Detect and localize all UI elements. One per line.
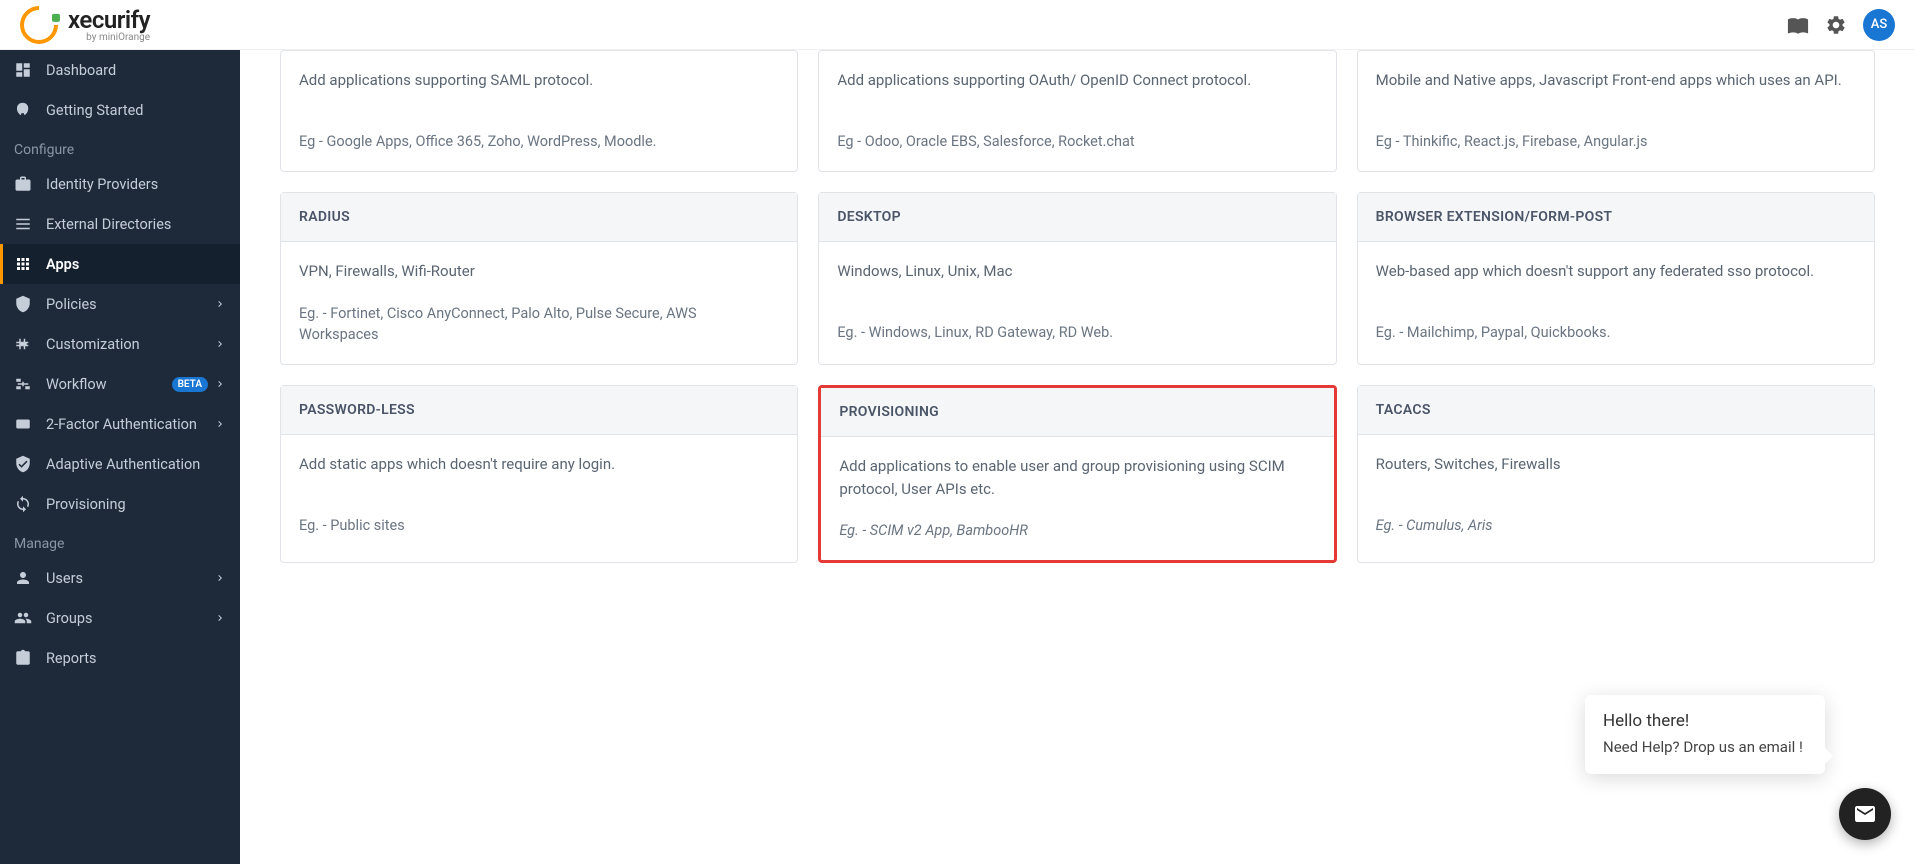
chat-message: Need Help? Drop us an email ! xyxy=(1603,737,1807,758)
dashboard-icon xyxy=(14,61,32,79)
app-card-provisioning[interactable]: PROVISIONING Add applications to enable … xyxy=(818,385,1336,563)
card-title: DESKTOP xyxy=(819,193,1335,242)
user-icon xyxy=(14,569,32,587)
users-icon xyxy=(14,609,32,627)
app-card-radius[interactable]: RADIUS VPN, Firewalls, Wifi-Router Eg. -… xyxy=(280,192,798,365)
card-title: RADIUS xyxy=(281,193,797,242)
chevron-right-icon xyxy=(214,572,226,584)
list-icon xyxy=(14,215,32,233)
logo-main-text: xecurify xyxy=(68,6,150,34)
header-actions: AS xyxy=(1787,9,1895,41)
app-card-tacacs[interactable]: TACACS Routers, Switches, Firewalls Eg. … xyxy=(1357,385,1875,563)
flow-icon xyxy=(14,375,32,393)
app-card-saml[interactable]: Add applications supporting SAML protoco… xyxy=(280,50,798,172)
sidebar-item-label: Policies xyxy=(46,296,214,313)
card-example: Eg. - Public sites xyxy=(299,515,779,537)
sidebar-item-label: Users xyxy=(46,570,214,587)
sidebar-item-label: Apps xyxy=(46,256,226,273)
gear-icon[interactable] xyxy=(1825,14,1847,36)
sidebar-item-label: Identity Providers xyxy=(46,176,226,193)
card-example: Eg - Google Apps, Office 365, Zoho, Word… xyxy=(299,131,779,153)
rocket-icon xyxy=(14,101,32,119)
app-card-browser-ext[interactable]: BROWSER EXTENSION/FORM-POST Web-based ap… xyxy=(1357,192,1875,365)
chevron-right-icon xyxy=(214,338,226,350)
email-icon xyxy=(1853,802,1877,826)
card-title: PASSWORD-LESS xyxy=(281,386,797,435)
card-desc: Add applications supporting SAML protoco… xyxy=(299,69,779,92)
sidebar-section-configure: Configure xyxy=(0,130,240,164)
sidebar-item-label: Dashboard xyxy=(46,62,226,79)
card-desc: Add applications to enable user and grou… xyxy=(839,455,1315,500)
card-desc: Windows, Linux, Unix, Mac xyxy=(837,260,1317,283)
card-example: Eg. - Fortinet, Cisco AnyConnect, Palo A… xyxy=(299,303,779,347)
pin-icon xyxy=(14,415,32,433)
sidebar-item-label: External Directories xyxy=(46,216,226,233)
sidebar-item-2fa[interactable]: 2-Factor Authentication xyxy=(0,404,240,444)
puzzle-icon xyxy=(14,335,32,353)
card-desc: VPN, Firewalls, Wifi-Router xyxy=(299,260,779,283)
card-example: Eg. - Windows, Linux, RD Gateway, RD Web… xyxy=(837,322,1317,344)
chat-fab-button[interactable] xyxy=(1839,788,1891,840)
briefcase-icon xyxy=(14,175,32,193)
sidebar-item-identity-providers[interactable]: Identity Providers xyxy=(0,164,240,204)
sidebar-item-label: Adaptive Authentication xyxy=(46,456,226,473)
sidebar: Dashboard Getting Started Configure Iden… xyxy=(0,50,240,864)
card-example: Eg. - SCIM v2 App, BambooHR xyxy=(839,520,1315,542)
top-header: xecurify by miniOrange AS xyxy=(0,0,1915,50)
sidebar-item-getting-started[interactable]: Getting Started xyxy=(0,90,240,130)
sidebar-item-label: Provisioning xyxy=(46,496,226,513)
sidebar-item-reports[interactable]: Reports xyxy=(0,638,240,678)
sidebar-item-apps[interactable]: Apps xyxy=(0,244,240,284)
logo-sub-text: by miniOrange xyxy=(68,32,150,43)
beta-badge: BETA xyxy=(172,377,208,392)
sidebar-item-label: Customization xyxy=(46,336,214,353)
card-title: TACACS xyxy=(1358,386,1874,435)
grid-icon xyxy=(14,255,32,273)
chat-title: Hello there! xyxy=(1603,711,1807,731)
sidebar-item-label: 2-Factor Authentication xyxy=(46,416,214,433)
book-icon[interactable] xyxy=(1787,14,1809,36)
sidebar-item-adaptive-auth[interactable]: Adaptive Authentication xyxy=(0,444,240,484)
logo-area[interactable]: xecurify by miniOrange xyxy=(20,6,150,44)
card-desc: Routers, Switches, Firewalls xyxy=(1376,453,1856,476)
sidebar-section-manage: Manage xyxy=(0,524,240,558)
sidebar-item-label: Groups xyxy=(46,610,214,627)
app-card-passwordless[interactable]: PASSWORD-LESS Add static apps which does… xyxy=(280,385,798,563)
sidebar-item-external-directories[interactable]: External Directories xyxy=(0,204,240,244)
sidebar-item-customization[interactable]: Customization xyxy=(0,324,240,364)
sidebar-item-dashboard[interactable]: Dashboard xyxy=(0,50,240,90)
sidebar-item-label: Getting Started xyxy=(46,102,226,119)
chat-popup[interactable]: Hello there! Need Help? Drop us an email… xyxy=(1585,695,1825,774)
card-desc: Web-based app which doesn't support any … xyxy=(1376,260,1856,283)
card-desc: Mobile and Native apps, Javascript Front… xyxy=(1376,69,1856,92)
card-example: Eg - Odoo, Oracle EBS, Salesforce, Rocke… xyxy=(837,131,1317,153)
avatar[interactable]: AS xyxy=(1863,9,1895,41)
clipboard-icon xyxy=(14,649,32,667)
logo-icon xyxy=(12,0,66,51)
card-title: PROVISIONING xyxy=(821,388,1333,437)
card-example: Eg. - Cumulus, Aris xyxy=(1376,515,1856,537)
chevron-right-icon xyxy=(214,378,226,390)
sidebar-item-label: Workflow xyxy=(46,376,172,393)
chevron-right-icon xyxy=(214,298,226,310)
sidebar-item-users[interactable]: Users xyxy=(0,558,240,598)
sidebar-item-workflow[interactable]: Workflow BETA xyxy=(0,364,240,404)
app-card-jwt[interactable]: Mobile and Native apps, Javascript Front… xyxy=(1357,50,1875,172)
card-desc: Add static apps which doesn't require an… xyxy=(299,453,779,476)
shield-cog-icon xyxy=(14,295,32,313)
chevron-right-icon xyxy=(214,418,226,430)
shield-check-icon xyxy=(14,455,32,473)
card-example: Eg - Thinkific, React.js, Firebase, Angu… xyxy=(1376,131,1856,153)
sync-icon xyxy=(14,495,32,513)
sidebar-item-groups[interactable]: Groups xyxy=(0,598,240,638)
chevron-right-icon xyxy=(214,612,226,624)
card-example: Eg. - Mailchimp, Paypal, Quickbooks. xyxy=(1376,322,1856,344)
card-desc: Add applications supporting OAuth/ OpenI… xyxy=(837,69,1317,92)
app-card-desktop[interactable]: DESKTOP Windows, Linux, Unix, Mac Eg. - … xyxy=(818,192,1336,365)
sidebar-item-label: Reports xyxy=(46,650,226,667)
app-card-oauth[interactable]: Add applications supporting OAuth/ OpenI… xyxy=(818,50,1336,172)
sidebar-item-provisioning[interactable]: Provisioning xyxy=(0,484,240,524)
sidebar-item-policies[interactable]: Policies xyxy=(0,284,240,324)
card-title: BROWSER EXTENSION/FORM-POST xyxy=(1358,193,1874,242)
